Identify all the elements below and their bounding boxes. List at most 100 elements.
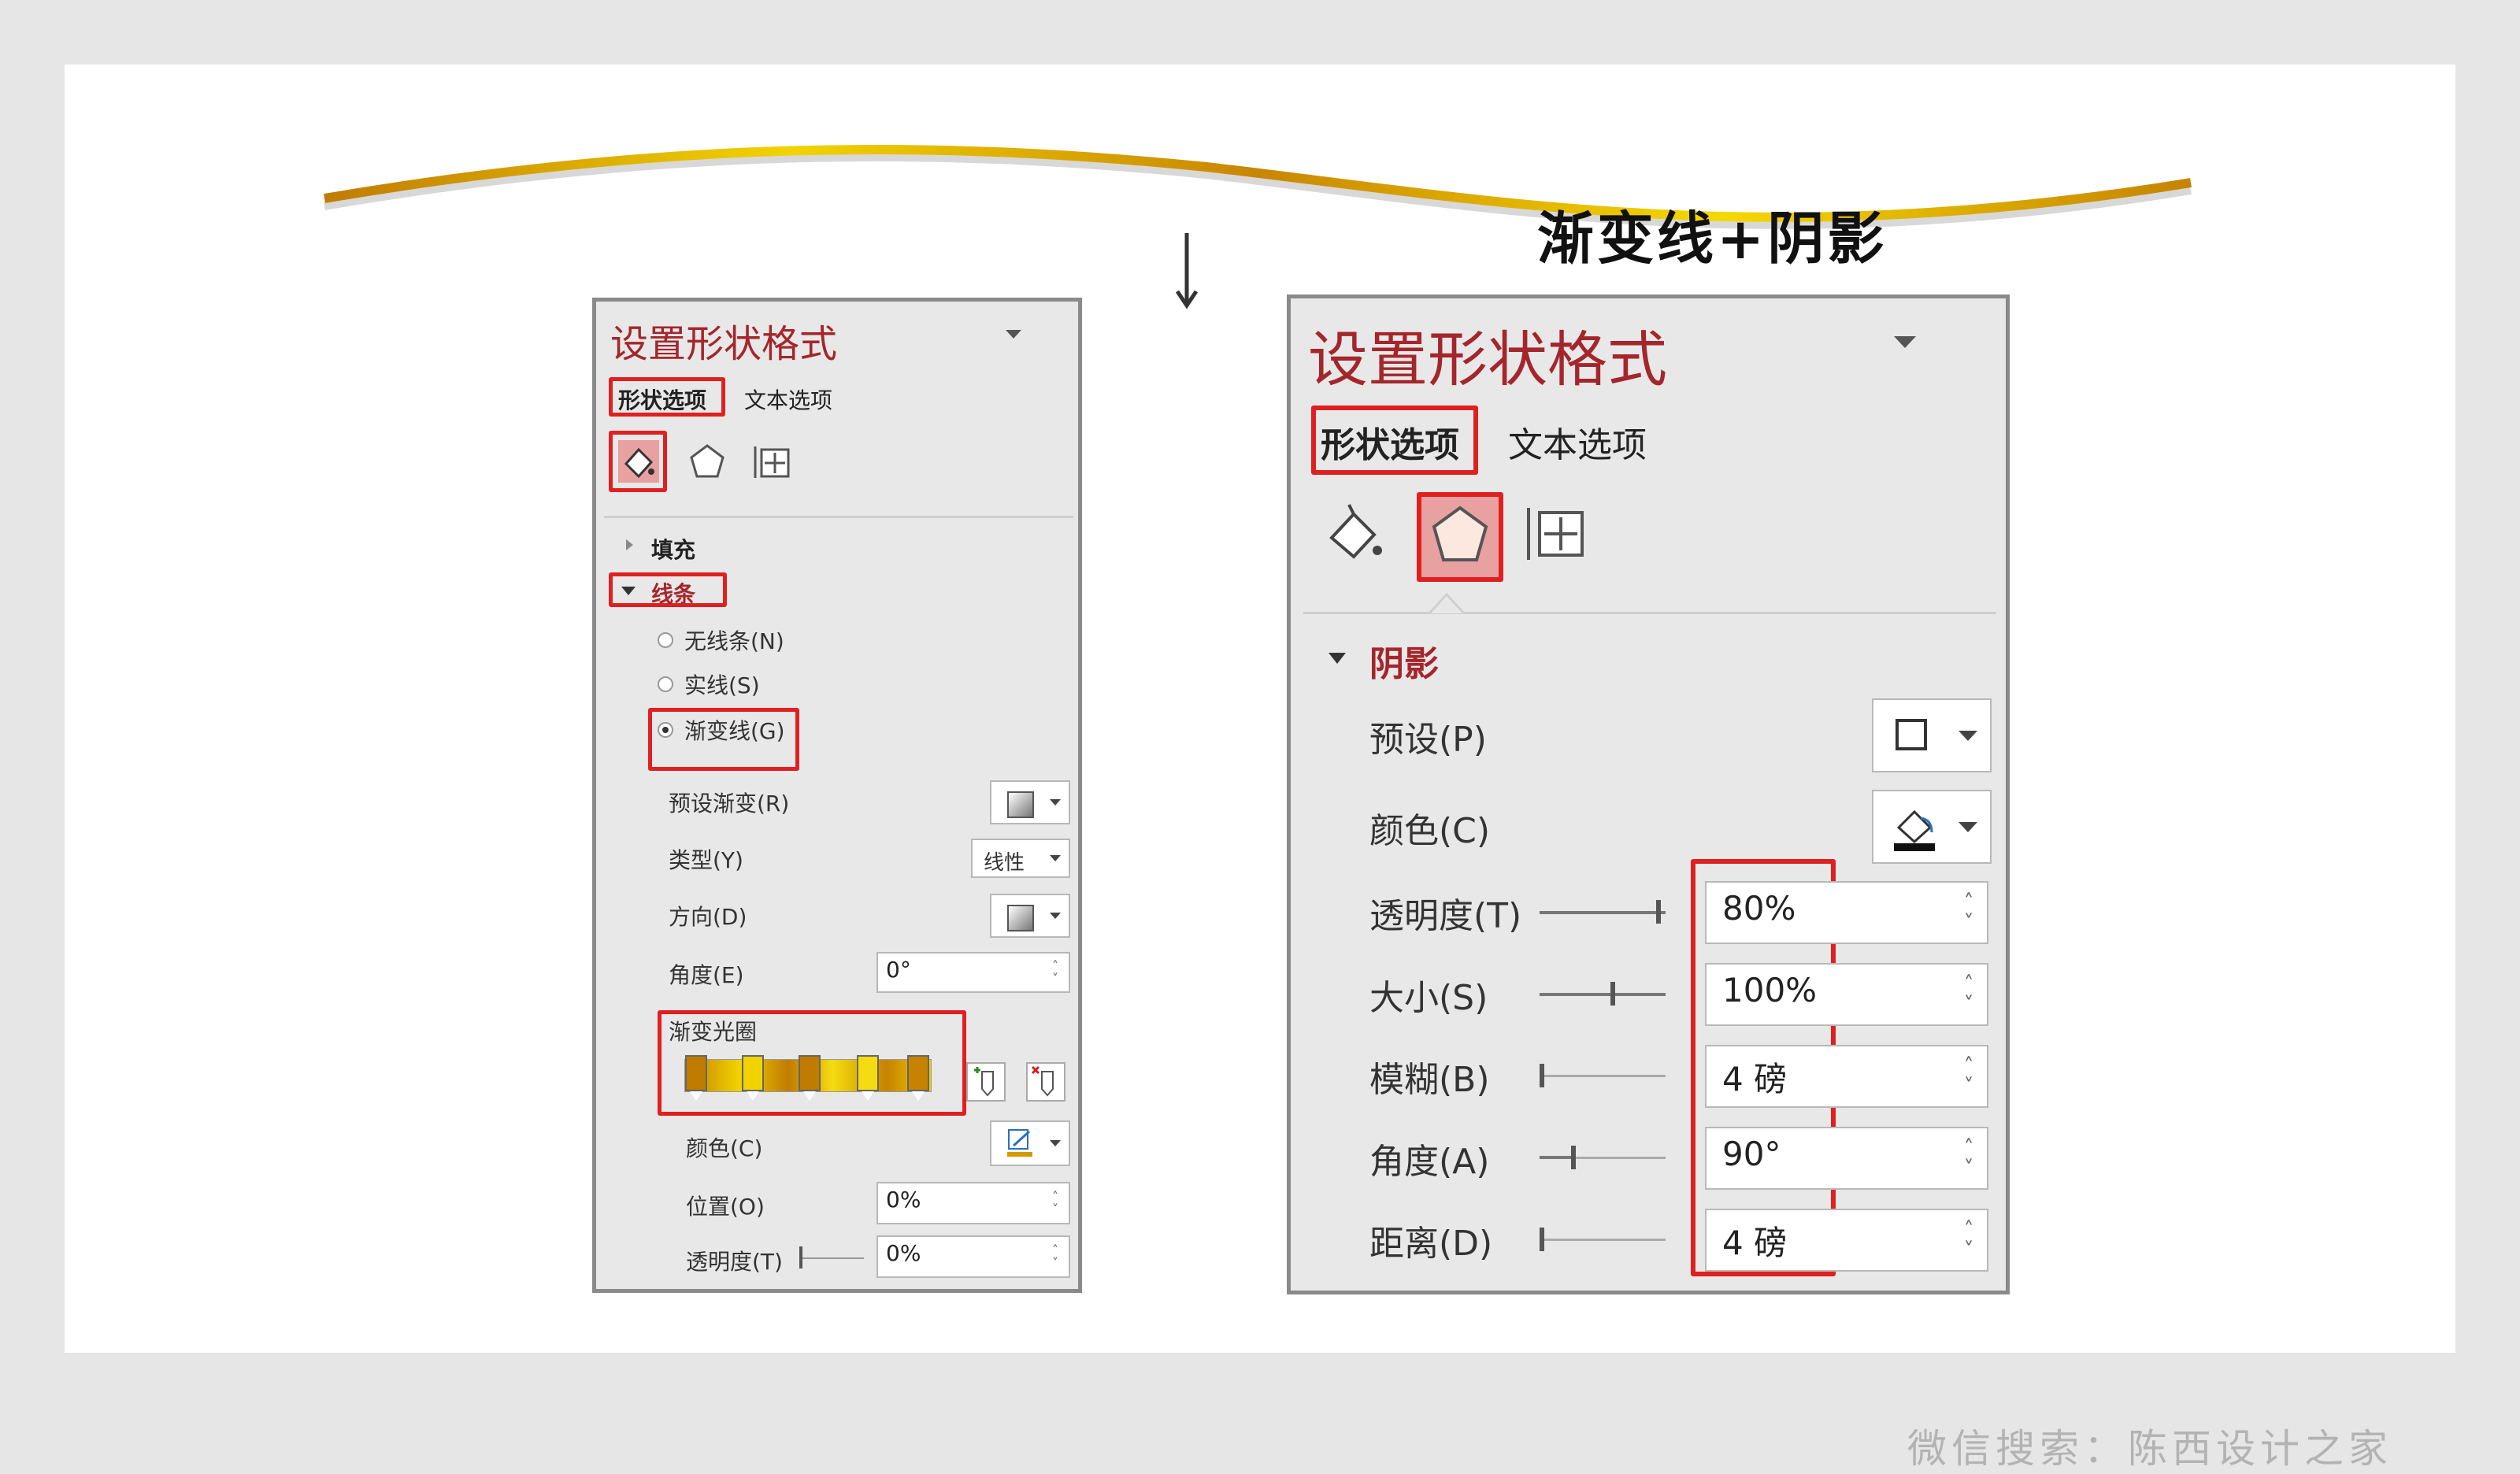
position-input[interactable]: 0% ˄ ˅	[876, 1182, 1070, 1224]
direction-label: 方向(D)	[669, 904, 747, 930]
size-slider[interactable]	[1540, 993, 1666, 996]
section-fill[interactable]: 填充	[651, 533, 695, 565]
position-label: 位置(O)	[686, 1194, 765, 1220]
spinner-icon[interactable]: ˄ ˅	[1955, 1046, 1982, 1106]
angle-input[interactable]: 90° ˄ ˅	[1705, 1127, 1988, 1190]
slider-thumb[interactable]	[799, 1246, 802, 1268]
gradient-stop[interactable]	[685, 1055, 707, 1101]
divider	[1303, 612, 1996, 614]
gradient-stop[interactable]	[742, 1055, 764, 1101]
expand-triangle-icon[interactable]	[626, 539, 633, 550]
angle-value: 90°	[1722, 1135, 1781, 1173]
gradient-stop[interactable]	[857, 1055, 879, 1101]
shadow-transparency-label: 透明度(T)	[1369, 896, 1522, 936]
spinner-icon[interactable]: ˄ ˅	[1047, 1237, 1064, 1276]
direction-swatch-icon	[1007, 905, 1034, 931]
tab-text-options[interactable]: 文本选项	[1508, 417, 1647, 467]
radio-solid-line[interactable]	[658, 676, 673, 692]
effects-pentagon-icon[interactable]	[687, 442, 727, 481]
collapse-triangle-icon[interactable]	[621, 587, 636, 595]
panel-title: 设置形状格式	[610, 322, 838, 366]
headline: 渐变线+阴影	[1537, 205, 1888, 272]
distance-input[interactable]: 4 磅 ˄ ˅	[1705, 1209, 1988, 1272]
size-properties-icon[interactable]	[752, 442, 793, 481]
remove-gradient-stop-icon	[1031, 1065, 1054, 1097]
gradient-swatch-icon	[1007, 791, 1034, 818]
tab-pointer-icon	[1429, 592, 1464, 613]
effects-pentagon-icon[interactable]	[1421, 497, 1499, 577]
tab-shape-options[interactable]: 形状选项	[1321, 417, 1459, 467]
slider-thumb[interactable]	[1540, 1064, 1544, 1087]
angle-value: 0°	[886, 957, 911, 983]
transparency-value: 0%	[886, 1240, 921, 1266]
type-value: 线性	[984, 851, 1025, 875]
radio-gradient-line[interactable]	[658, 722, 673, 738]
blur-value: 4 磅	[1722, 1060, 1788, 1098]
angle-input[interactable]: 0° ˄ ˅	[876, 952, 1070, 993]
spinner-icon[interactable]: ˄ ˅	[1955, 1210, 1982, 1270]
type-label: 类型(Y)	[669, 847, 743, 873]
shadow-preset-dropdown[interactable]	[1872, 698, 1992, 772]
transparency-input[interactable]: 80% ˄ ˅	[1705, 881, 1988, 944]
preset-gradient-dropdown[interactable]	[990, 780, 1070, 824]
chevron-down-icon[interactable]	[1006, 330, 1021, 339]
transparency-slider[interactable]	[801, 1257, 864, 1259]
fill-line-icon[interactable]	[618, 440, 659, 483]
color-label: 颜色(C)	[1369, 811, 1491, 851]
spinner-icon[interactable]: ˄ ˅	[1955, 965, 1982, 1024]
gradient-stops-bar[interactable]	[684, 1055, 932, 1101]
shadow-angle-label: 角度(A)	[1369, 1142, 1490, 1182]
radio-label[interactable]: 无线条(N)	[684, 624, 784, 656]
shadow-blur-label: 模糊(B)	[1369, 1060, 1490, 1100]
panel-title: 设置形状格式	[1308, 324, 1667, 394]
color-label: 颜色(C)	[686, 1135, 763, 1161]
size-properties-icon[interactable]	[1524, 500, 1590, 566]
transparency-input[interactable]: 0% ˄ ˅	[876, 1235, 1070, 1278]
blur-input[interactable]: 4 磅 ˄ ˅	[1705, 1045, 1988, 1108]
radio-label[interactable]: 实线(S)	[684, 668, 760, 700]
tab-text-options[interactable]: 文本选项	[744, 383, 832, 415]
add-stop-button[interactable]	[966, 1062, 1006, 1102]
shadow-size-label: 大小(S)	[1369, 978, 1488, 1018]
radio-no-line[interactable]	[658, 632, 673, 648]
spinner-icon[interactable]: ˄ ˅	[1047, 1183, 1064, 1223]
slider-thumb[interactable]	[1610, 982, 1615, 1006]
shadow-preset-swatch-icon	[1896, 719, 1927, 750]
distance-slider[interactable]	[1540, 1239, 1666, 1241]
preset-gradient-label: 预设渐变(R)	[669, 791, 790, 817]
down-arrow-icon	[1175, 233, 1199, 309]
fill-line-icon[interactable]	[1322, 502, 1385, 565]
spinner-icon[interactable]: ˄ ˅	[1047, 954, 1064, 991]
section-line[interactable]: 线条	[651, 577, 695, 609]
direction-dropdown[interactable]	[990, 894, 1070, 938]
distance-value: 4 磅	[1722, 1224, 1788, 1262]
add-gradient-stop-icon	[974, 1067, 994, 1097]
transparency-value: 80%	[1722, 889, 1796, 928]
tab-shape-options[interactable]: 形状选项	[618, 383, 706, 415]
blur-slider[interactable]	[1540, 1075, 1666, 1077]
transparency-label: 透明度(T)	[686, 1249, 783, 1275]
spinner-icon[interactable]: ˄ ˅	[1955, 1128, 1982, 1188]
collapse-triangle-icon[interactable]	[1329, 653, 1346, 664]
color-dropdown[interactable]	[990, 1120, 1070, 1166]
shadow-color-dropdown[interactable]	[1872, 790, 1992, 864]
position-value: 0%	[886, 1187, 921, 1213]
transparency-slider[interactable]	[1540, 911, 1666, 914]
spinner-icon[interactable]: ˄ ˅	[1955, 883, 1982, 943]
watermark: 微信搜索：陈西设计之家	[1907, 1426, 2392, 1472]
size-input[interactable]: 100% ˄ ˅	[1705, 963, 1988, 1026]
gradient-stop[interactable]	[907, 1055, 929, 1101]
gradient-stop[interactable]	[799, 1055, 821, 1101]
slider-thumb[interactable]	[1540, 1228, 1544, 1251]
remove-stop-button[interactable]	[1026, 1062, 1065, 1102]
section-shadow[interactable]: 阴影	[1369, 635, 1439, 686]
radio-label[interactable]: 渐变线(G)	[684, 714, 785, 746]
type-dropdown[interactable]: 线性	[971, 839, 1070, 878]
shadow-distance-label: 距离(D)	[1369, 1224, 1493, 1264]
slider-thumb[interactable]	[1656, 900, 1661, 924]
chevron-down-icon[interactable]	[1894, 336, 1916, 348]
angle-slider-fill	[1540, 1156, 1571, 1159]
slider-thumb[interactable]	[1571, 1146, 1576, 1169]
format-shape-panel-line: 设置形状格式 形状选项 文本选项 填充 线条 无线条(N) 实线(S) 渐变线(…	[592, 298, 1082, 1293]
format-shape-panel-shadow: 设置形状格式 形状选项 文本选项 阴影 预设(P) 颜色(C) 透明度(T) 8…	[1287, 294, 2010, 1294]
